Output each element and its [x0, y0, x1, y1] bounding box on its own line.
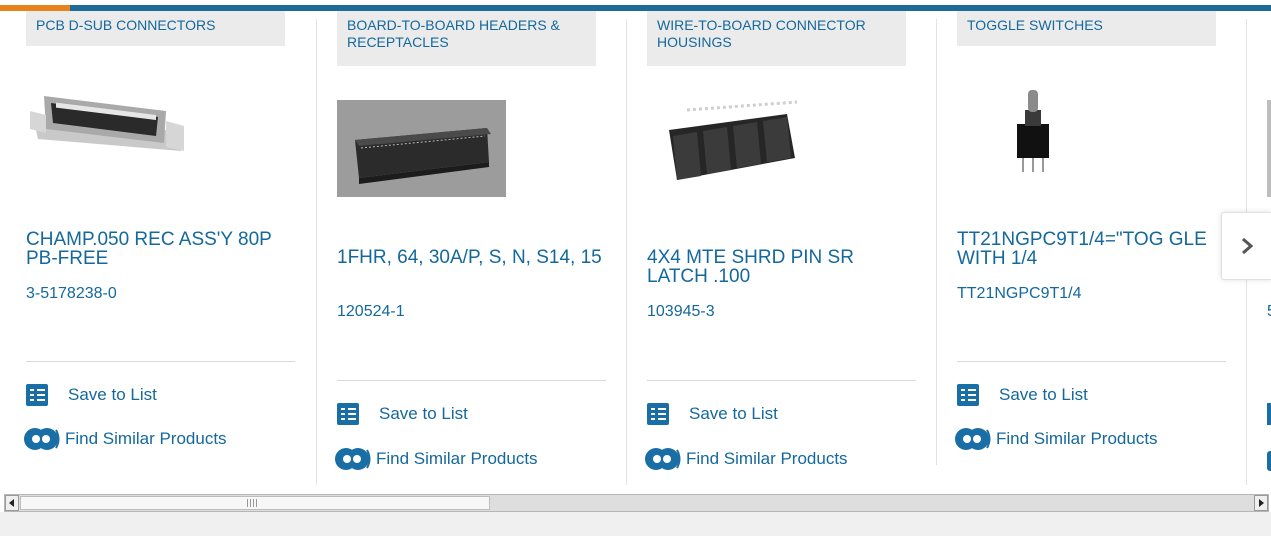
find-similar-label: Find Similar Products — [686, 449, 848, 468]
save-to-list-label: Save to List — [379, 404, 468, 423]
part-number[interactable]: 120524-1 — [337, 303, 405, 321]
find-similar-icon — [24, 428, 60, 450]
card-separator — [957, 361, 1226, 362]
find-similar-label: Find Similar Products — [376, 449, 538, 468]
find-similar-icon — [335, 448, 371, 470]
checklist-icon[interactable] — [1267, 403, 1271, 425]
product-carousel: PCB D-SUB CONNECTORS CHAMP.050 REC ASS'Y… — [0, 11, 1271, 493]
find-similar-button[interactable]: Find Similar Products — [644, 446, 848, 472]
find-similar-button[interactable]: Find Similar Products — [334, 446, 538, 472]
product-card: PCB D-SUB CONNECTORS CHAMP.050 REC ASS'Y… — [23, 11, 295, 493]
save-to-list-label: Save to List — [68, 385, 157, 404]
part-number[interactable]: 5 — [1267, 303, 1271, 321]
product-card: BOARD-TO-BOARD HEADERS & RECEPTACLES 1FH… — [334, 11, 606, 493]
carousel-next-button[interactable] — [1221, 212, 1271, 280]
card-separator — [647, 380, 916, 381]
category-label[interactable]: WIRE-TO-BOARD CONNECTOR HOUSINGS — [647, 11, 906, 66]
product-image[interactable] — [647, 100, 816, 202]
checklist-icon — [647, 403, 669, 425]
category-label[interactable]: PCB D-SUB CONNECTORS — [26, 11, 285, 46]
arrow-right-icon — [1259, 499, 1264, 507]
product-image[interactable] — [1267, 100, 1271, 202]
grip-icon — [247, 499, 257, 507]
find-similar-icon — [955, 428, 991, 450]
find-similar-label: Find Similar Products — [65, 429, 227, 448]
save-to-list-button[interactable]: Save to List — [647, 403, 778, 425]
product-title[interactable]: 4X4 MTE SHRD PIN SR LATCH .100 — [647, 248, 915, 286]
scrollbar-thumb[interactable] — [20, 496, 490, 510]
checklist-icon — [337, 403, 359, 425]
part-number[interactable]: 103945-3 — [647, 303, 715, 321]
find-similar-button[interactable]: Find Similar Products — [954, 426, 1158, 452]
product-card: WIRE-TO-BOARD CONNECTOR HOUSINGS 4X4 MTE… — [644, 11, 916, 493]
product-image[interactable] — [26, 81, 186, 176]
checklist-icon — [26, 384, 48, 406]
category-label[interactable]: TOGGLE SWITCHES — [957, 11, 1216, 46]
save-to-list-label: Save to List — [689, 404, 778, 423]
product-title[interactable]: CHAMP.050 REC ASS'Y 80P PB-FREE — [26, 230, 294, 268]
save-to-list-button[interactable]: Save to List — [26, 384, 157, 406]
footer-area — [0, 512, 1271, 536]
arrow-left-icon — [9, 499, 14, 507]
product-card: TOGGLE SWITCHES TT21NGPC9T1/4="TOG GLE W… — [954, 11, 1226, 493]
checklist-icon — [957, 384, 979, 406]
chevron-right-icon — [1242, 237, 1254, 255]
save-to-list-label: Save to List — [999, 385, 1088, 404]
part-number[interactable]: TT21NGPC9T1/4 — [957, 285, 1081, 303]
scroll-right-button[interactable] — [1254, 495, 1268, 511]
save-to-list-button[interactable]: Save to List — [957, 384, 1088, 406]
part-number[interactable]: 3-5178238-0 — [26, 285, 117, 303]
card-divider — [936, 19, 937, 465]
card-divider — [316, 19, 317, 485]
category-label[interactable]: BOARD-TO-BOARD HEADERS & RECEPTACLES — [337, 11, 596, 66]
find-similar-label: Find Similar Products — [996, 429, 1158, 448]
scroll-left-button[interactable] — [5, 495, 19, 511]
save-to-list-button[interactable]: Save to List — [337, 403, 468, 425]
product-title[interactable]: TT21NGPC9T1/4="TOG GLE WITH 1/4 — [957, 230, 1225, 268]
product-image[interactable] — [957, 80, 1126, 182]
find-similar-icon — [645, 448, 681, 470]
card-separator — [26, 361, 295, 362]
product-image[interactable] — [337, 100, 506, 202]
find-similar-icon[interactable] — [1267, 451, 1271, 471]
product-title[interactable]: 1FHR, 64, 30A/P, S, N, S14, 15 — [337, 248, 605, 267]
horizontal-scrollbar[interactable] — [4, 494, 1269, 512]
card-divider — [626, 19, 627, 485]
find-similar-button[interactable]: Find Similar Products — [23, 426, 227, 452]
card-separator — [337, 380, 606, 381]
